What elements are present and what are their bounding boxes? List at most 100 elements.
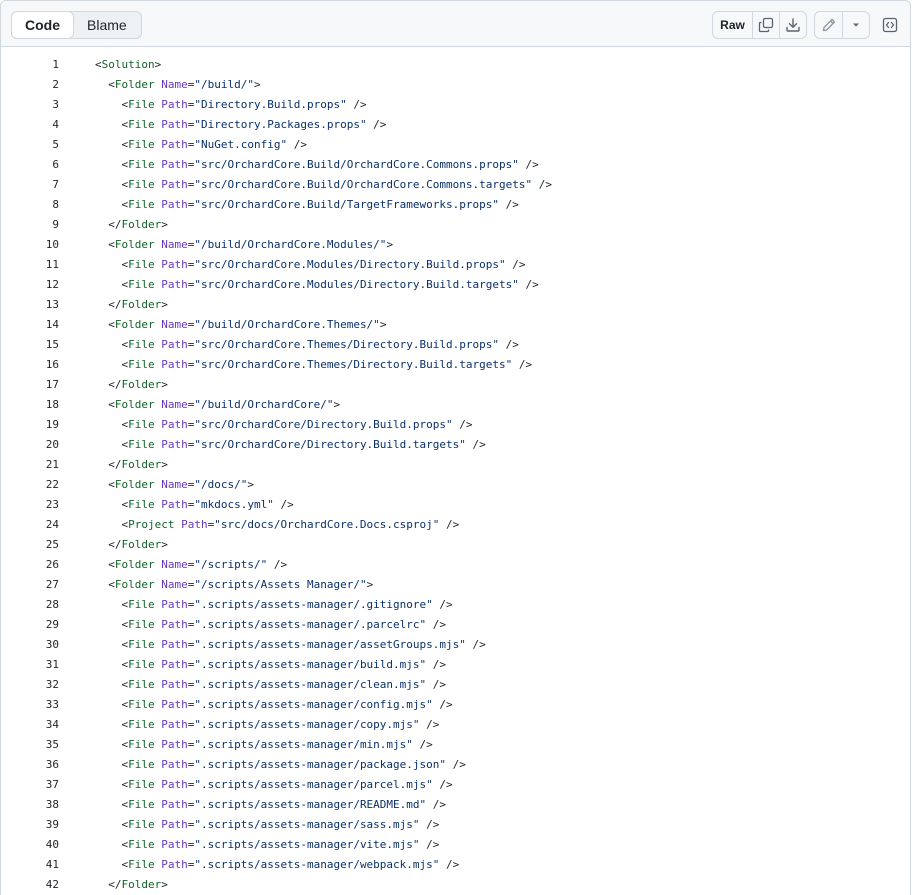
line-number[interactable]: 5 bbox=[1, 135, 59, 155]
line-number[interactable]: 15 bbox=[1, 335, 59, 355]
code-view: 1 <Solution> 2 <Folder Name="/build/"> 3 <F… bbox=[1, 55, 910, 895]
line-number[interactable]: 17 bbox=[1, 375, 59, 395]
download-icon bbox=[786, 18, 800, 32]
code-line: 6 <File Path="src/OrchardCore.Build/Orch… bbox=[1, 155, 910, 175]
code-line: 30 <File Path=".scripts/assets-manager/a… bbox=[1, 635, 910, 655]
line-number[interactable]: 19 bbox=[1, 415, 59, 435]
code-line: 22 <Folder Name="/docs/"> bbox=[1, 475, 910, 495]
line-content: <Folder Name="/build/"> bbox=[95, 78, 261, 91]
line-number[interactable]: 29 bbox=[1, 615, 59, 635]
line-number[interactable]: 30 bbox=[1, 635, 59, 655]
line-content: <File Path=".scripts/assets-manager/clea… bbox=[95, 678, 447, 691]
line-content: <Folder Name="/scripts/Assets Manager/"> bbox=[95, 578, 374, 591]
line-number[interactable]: 41 bbox=[1, 855, 59, 875]
line-number[interactable]: 35 bbox=[1, 735, 59, 755]
code-line: 15 <File Path="src/OrchardCore.Themes/Di… bbox=[1, 335, 910, 355]
line-content: </Folder> bbox=[95, 538, 168, 551]
line-number[interactable]: 42 bbox=[1, 875, 59, 895]
line-content: <File Path="src/OrchardCore.Themes/Direc… bbox=[95, 358, 533, 371]
line-content: <File Path=".scripts/assets-manager/parc… bbox=[95, 778, 453, 791]
line-number[interactable]: 40 bbox=[1, 835, 59, 855]
code-line: 11 <File Path="src/OrchardCore.Modules/D… bbox=[1, 255, 910, 275]
line-content: <File Path=".scripts/assets-manager/conf… bbox=[95, 698, 453, 711]
line-number[interactable]: 13 bbox=[1, 295, 59, 315]
code-line: 21 </Folder> bbox=[1, 455, 910, 475]
line-number[interactable]: 27 bbox=[1, 575, 59, 595]
line-content: </Folder> bbox=[95, 378, 168, 391]
line-number[interactable]: 10 bbox=[1, 235, 59, 255]
line-number[interactable]: 3 bbox=[1, 95, 59, 115]
line-content: <File Path="src/OrchardCore.Build/Orchar… bbox=[95, 158, 539, 171]
line-number[interactable]: 14 bbox=[1, 315, 59, 335]
line-number[interactable]: 25 bbox=[1, 535, 59, 555]
copy-icon bbox=[758, 17, 774, 33]
line-content: <Folder Name="/build/OrchardCore/"> bbox=[95, 398, 341, 411]
copy-button[interactable] bbox=[752, 12, 779, 38]
blame-tab[interactable]: Blame bbox=[73, 12, 141, 38]
line-number[interactable]: 38 bbox=[1, 795, 59, 815]
code-line: 4 <File Path="Directory.Packages.props" … bbox=[1, 115, 910, 135]
line-number[interactable]: 26 bbox=[1, 555, 59, 575]
line-number[interactable]: 7 bbox=[1, 175, 59, 195]
code-tab[interactable]: Code bbox=[11, 11, 74, 39]
line-number[interactable]: 24 bbox=[1, 515, 59, 535]
code-line: 27 <Folder Name="/scripts/Assets Manager… bbox=[1, 575, 910, 595]
line-content: <File Path="src/OrchardCore/Directory.Bu… bbox=[95, 418, 473, 431]
line-number[interactable]: 22 bbox=[1, 475, 59, 495]
code-line: 7 <File Path="src/OrchardCore.Build/Orch… bbox=[1, 175, 910, 195]
code-square-icon bbox=[882, 17, 897, 33]
line-content: <File Path=".scripts/assets-manager/asse… bbox=[95, 638, 486, 651]
code-line: 16 <File Path="src/OrchardCore.Themes/Di… bbox=[1, 355, 910, 375]
file-toolbar: Code Blame Raw bbox=[1, 1, 910, 47]
line-content: <File Path="src/OrchardCore.Build/Target… bbox=[95, 198, 519, 211]
edit-options-dropdown[interactable] bbox=[842, 12, 869, 38]
line-number[interactable]: 12 bbox=[1, 275, 59, 295]
code-line: 38 <File Path=".scripts/assets-manager/R… bbox=[1, 795, 910, 815]
line-number[interactable]: 9 bbox=[1, 215, 59, 235]
line-number[interactable]: 18 bbox=[1, 395, 59, 415]
line-number[interactable]: 39 bbox=[1, 815, 59, 835]
code-line: 1 <Solution> bbox=[1, 55, 910, 75]
line-number[interactable]: 37 bbox=[1, 775, 59, 795]
line-content: <File Path=".scripts/assets-manager/READ… bbox=[95, 798, 447, 811]
line-number[interactable]: 20 bbox=[1, 435, 59, 455]
line-content: <Folder Name="/build/OrchardCore.Themes/… bbox=[95, 318, 387, 331]
line-content: </Folder> bbox=[95, 878, 168, 891]
code-line: 26 <Folder Name="/scripts/" /> bbox=[1, 555, 910, 575]
line-number[interactable]: 8 bbox=[1, 195, 59, 215]
line-content: <File Path="Directory.Packages.props" /> bbox=[95, 118, 387, 131]
line-number[interactable]: 21 bbox=[1, 455, 59, 475]
line-number[interactable]: 6 bbox=[1, 155, 59, 175]
line-number[interactable]: 1 bbox=[1, 55, 59, 75]
chevron-down-icon bbox=[853, 23, 859, 27]
line-content: <Folder Name="/scripts/" /> bbox=[95, 558, 288, 571]
line-content: </Folder> bbox=[95, 458, 168, 471]
code-line: 14 <Folder Name="/build/OrchardCore.Them… bbox=[1, 315, 910, 335]
code-line: 5 <File Path="NuGet.config" /> bbox=[1, 135, 910, 155]
line-number[interactable]: 33 bbox=[1, 695, 59, 715]
line-content: <File Path=".scripts/assets-manager/.git… bbox=[95, 598, 453, 611]
line-number[interactable]: 31 bbox=[1, 655, 59, 675]
code-line: 33 <File Path=".scripts/assets-manager/c… bbox=[1, 695, 910, 715]
line-number[interactable]: 28 bbox=[1, 595, 59, 615]
line-number[interactable]: 4 bbox=[1, 115, 59, 135]
line-number[interactable]: 32 bbox=[1, 675, 59, 695]
line-number[interactable]: 2 bbox=[1, 75, 59, 95]
line-number[interactable]: 34 bbox=[1, 715, 59, 735]
line-number[interactable]: 36 bbox=[1, 755, 59, 775]
download-button[interactable] bbox=[779, 12, 806, 38]
edit-button[interactable] bbox=[815, 12, 842, 38]
line-content: <Folder Name="/build/OrchardCore.Modules… bbox=[95, 238, 394, 251]
line-number[interactable]: 11 bbox=[1, 255, 59, 275]
code-line: 19 <File Path="src/OrchardCore/Directory… bbox=[1, 415, 910, 435]
view-mode-switch: Code Blame bbox=[11, 11, 142, 39]
code-line: 20 <File Path="src/OrchardCore/Directory… bbox=[1, 435, 910, 455]
symbols-panel-button[interactable] bbox=[876, 11, 903, 39]
raw-button[interactable]: Raw bbox=[713, 12, 752, 38]
line-content: <File Path=".scripts/assets-manager/min.… bbox=[95, 738, 433, 751]
line-content: <File Path="Directory.Build.props" /> bbox=[95, 98, 367, 111]
line-number[interactable]: 16 bbox=[1, 355, 59, 375]
line-content: <File Path="src/OrchardCore/Directory.Bu… bbox=[95, 438, 486, 451]
line-number[interactable]: 23 bbox=[1, 495, 59, 515]
line-content: <File Path=".scripts/assets-manager/sass… bbox=[95, 818, 440, 831]
